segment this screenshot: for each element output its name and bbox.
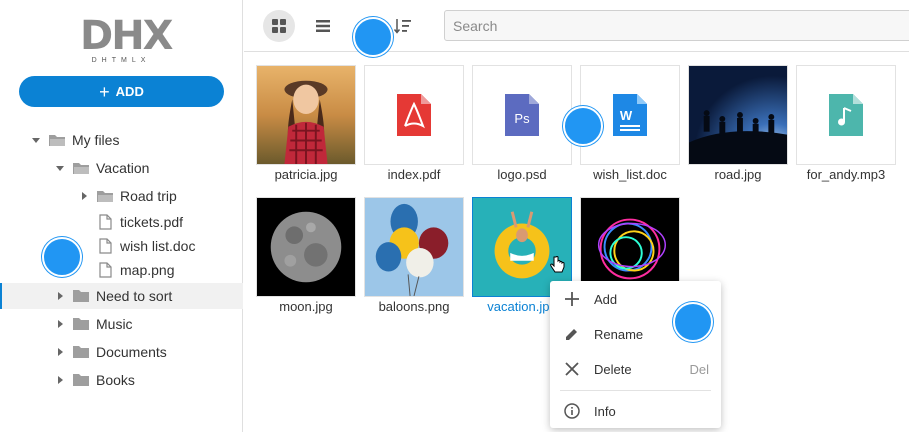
- file-tile-road[interactable]: [688, 65, 788, 165]
- tree-item-label: map.png: [120, 262, 175, 278]
- file-name: index.pdf: [387, 167, 441, 182]
- photo-thumbnail: [257, 198, 355, 296]
- tree-item-my-files[interactable]: My files: [0, 127, 243, 153]
- logo-text: DHX: [80, 13, 174, 59]
- tree-item-label: Road trip: [120, 188, 177, 204]
- touch-marker: [563, 106, 603, 146]
- plus-icon: [550, 292, 594, 306]
- touch-marker: [673, 302, 713, 342]
- tree-item-label: Documents: [96, 344, 167, 360]
- tree-item-label: tickets.pdf: [120, 214, 184, 230]
- hand-cursor-icon: [550, 256, 565, 273]
- context-menu-info[interactable]: Info: [550, 394, 721, 428]
- folder-icon: [72, 288, 90, 304]
- file-name: baloons.png: [378, 299, 450, 314]
- tree-item-label: My files: [72, 132, 120, 148]
- logo-subtext: DHTMLX: [91, 57, 151, 64]
- caret-down-icon[interactable]: [54, 162, 66, 174]
- file-icon: [96, 214, 114, 230]
- tree-item-music[interactable]: Music: [0, 311, 243, 337]
- menu-item-label: Rename: [594, 326, 644, 342]
- photo-thumbnail: [365, 198, 463, 296]
- pdf-icon: [397, 94, 431, 136]
- photo-thumbnail: [257, 66, 355, 164]
- file-tile-index-pdf[interactable]: [364, 65, 464, 165]
- touch-marker: [353, 17, 393, 57]
- tree-item-label: Books: [96, 372, 135, 388]
- file-icon: [96, 238, 114, 254]
- tree-item-books[interactable]: Books: [0, 367, 243, 393]
- logo: DHX DHTMLX: [80, 13, 174, 68]
- sidebar: DHX DHTMLX + ADD My files Vacation Road …: [0, 0, 243, 432]
- tree-item-vacation[interactable]: Vacation: [0, 155, 243, 181]
- file-tile-baloons[interactable]: [364, 197, 464, 297]
- caret-down-icon[interactable]: [30, 134, 42, 146]
- tree-item-need-to-sort[interactable]: Need to sort: [0, 283, 243, 309]
- file-name: moon.jpg: [279, 299, 333, 314]
- tree-item-label: Music: [96, 316, 133, 332]
- plus-icon: +: [99, 81, 110, 102]
- folder-open-icon: [48, 132, 66, 148]
- info-icon: [550, 403, 594, 419]
- grid-view-icon: [272, 19, 286, 33]
- file-name: wish_list.doc: [593, 167, 667, 182]
- svg-text:W: W: [620, 108, 633, 123]
- add-button[interactable]: + ADD: [19, 76, 224, 107]
- file-icon: [96, 262, 114, 278]
- file-tile-moon[interactable]: [256, 197, 356, 297]
- caret-right-icon[interactable]: [54, 346, 66, 358]
- caret-right-icon[interactable]: [54, 374, 66, 386]
- hotkey-label: Del: [689, 361, 709, 377]
- file-name: patricia.jpg: [274, 167, 338, 182]
- file-name: for_andy.mp3: [806, 167, 886, 182]
- menu-divider: [560, 390, 711, 391]
- tree-item-documents[interactable]: Documents: [0, 339, 243, 365]
- touch-marker: [42, 237, 82, 277]
- tree-item-label: Vacation: [96, 160, 150, 176]
- search-input[interactable]: [444, 10, 909, 41]
- sort-icon: [393, 19, 411, 34]
- folder-icon: [72, 344, 90, 360]
- menu-item-label: Add: [594, 291, 618, 307]
- tree-item-label: Need to sort: [96, 288, 173, 304]
- file-name: logo.psd: [497, 167, 547, 182]
- pencil-icon: [550, 327, 594, 341]
- list-view-button[interactable]: [307, 10, 339, 42]
- svg-text:Ps: Ps: [514, 111, 530, 126]
- audio-icon: [829, 94, 863, 136]
- caret-right-icon[interactable]: [78, 190, 90, 202]
- photo-thumbnail: [689, 66, 787, 164]
- file-manager: DHX DHTMLX + ADD My files Vacation Road …: [0, 0, 909, 432]
- tree-item-label: wish list.doc: [120, 238, 196, 254]
- close-icon: [550, 362, 594, 376]
- folder-icon: [72, 372, 90, 388]
- toolbar: [244, 0, 909, 52]
- file-tile-logo-psd[interactable]: Ps: [472, 65, 572, 165]
- tree-item-map-png[interactable]: map.png: [0, 257, 243, 283]
- caret-right-icon[interactable]: [54, 290, 66, 302]
- folder-open-icon: [96, 188, 114, 204]
- list-view-icon: [316, 20, 330, 32]
- grid-view-button[interactable]: [263, 10, 295, 42]
- caret-right-icon[interactable]: [54, 318, 66, 330]
- psd-icon: Ps: [505, 94, 539, 136]
- tree-item-road-trip[interactable]: Road trip: [0, 183, 243, 209]
- context-menu-delete[interactable]: Delete Del: [550, 352, 721, 386]
- file-tile-patricia[interactable]: [256, 65, 356, 165]
- file-tile-for-andy-mp3[interactable]: [796, 65, 896, 165]
- menu-item-label: Info: [594, 403, 616, 419]
- doc-icon: W: [613, 94, 647, 136]
- menu-item-label: Delete: [594, 361, 632, 377]
- tree-item-wish-list-doc[interactable]: wish list.doc: [0, 233, 243, 259]
- folder-icon: [72, 316, 90, 332]
- folder-open-icon: [72, 160, 90, 176]
- add-button-label: ADD: [115, 84, 144, 99]
- file-name: road.jpg: [714, 167, 762, 182]
- tree-item-tickets-pdf[interactable]: tickets.pdf: [0, 209, 243, 235]
